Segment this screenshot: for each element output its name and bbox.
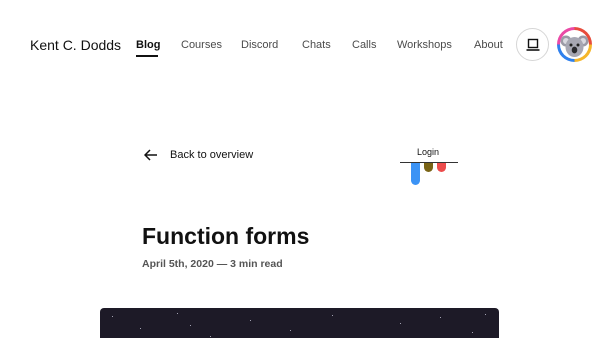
nav-link-about[interactable]: About — [474, 39, 503, 51]
nav-link-discord[interactable]: Discord — [241, 39, 278, 51]
star-dot — [485, 314, 486, 315]
login-bar-blue — [411, 163, 420, 185]
nav-link-blog[interactable]: Blog — [136, 39, 160, 51]
login-bar-red — [437, 163, 446, 172]
article-title: Function forms — [142, 223, 310, 249]
star-dot — [400, 323, 401, 324]
star-dot — [190, 325, 191, 326]
star-dot — [177, 313, 178, 314]
star-dot — [210, 336, 211, 337]
star-dot — [140, 328, 141, 329]
login-bar-olive — [424, 163, 433, 172]
laptop-icon — [526, 38, 540, 51]
article-meta: April 5th, 2020 — 3 min read — [142, 258, 283, 270]
user-avatar[interactable] — [557, 27, 592, 62]
nav-link-workshops[interactable]: Workshops — [397, 39, 452, 51]
nav-link-courses[interactable]: Courses — [181, 39, 222, 51]
koala-avatar-icon — [560, 30, 589, 59]
login-label: Login — [417, 147, 440, 157]
star-dot — [332, 315, 333, 316]
star-dot — [250, 320, 251, 321]
site-brand[interactable]: Kent C. Dodds — [30, 37, 121, 53]
star-dot — [290, 330, 291, 331]
nav-link-calls[interactable]: Calls — [352, 39, 376, 51]
login-widget[interactable]: Login — [400, 146, 458, 188]
arrow-left-icon — [144, 149, 157, 161]
star-dot — [112, 316, 113, 317]
theme-toggle-button[interactable] — [516, 28, 549, 61]
star-dot — [440, 317, 441, 318]
back-label: Back to overview — [170, 149, 254, 161]
hero-image — [100, 308, 499, 338]
star-dot — [472, 332, 473, 333]
nav-link-chats[interactable]: Chats — [302, 39, 331, 51]
active-nav-indicator — [136, 55, 158, 57]
